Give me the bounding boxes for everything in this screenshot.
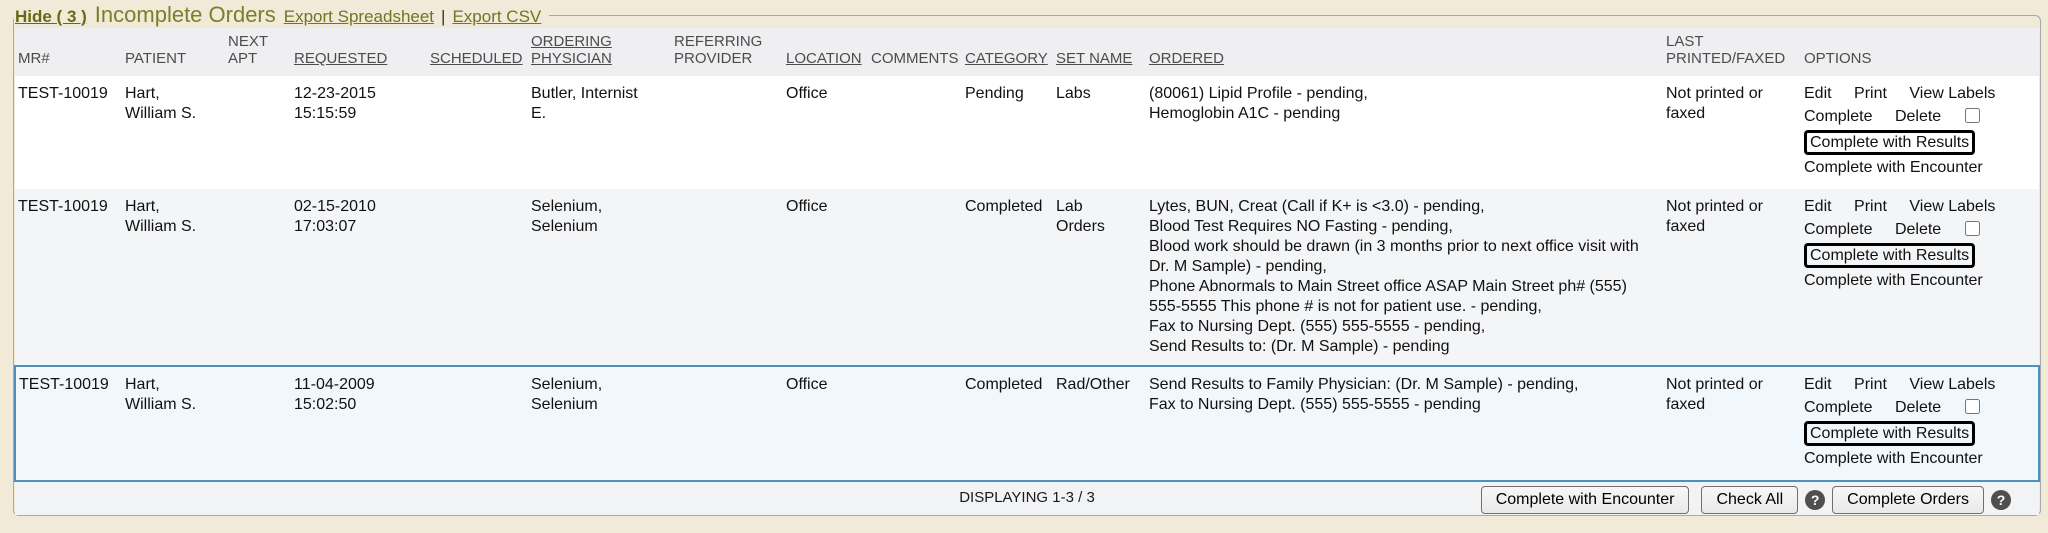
cell-mr: TEST-10019 — [15, 76, 122, 189]
cell-last-printed-faxed: Not printed or faxed — [1663, 366, 1801, 481]
complete-with-encounter-link[interactable]: Complete with Encounter — [1804, 271, 1983, 291]
column-header-options: OPTIONS — [1801, 28, 2039, 76]
column-header-referring-provider: REFERRING PROVIDER — [671, 28, 783, 76]
cell-comments — [868, 76, 962, 189]
help-icon[interactable]: ? — [1991, 490, 2011, 510]
cell-next-apt — [225, 76, 291, 189]
panel-legend: Hide ( 3 ) Incomplete Orders Export Spre… — [14, 2, 549, 28]
table-row[interactable]: TEST-10019 Hart, William S. 02-15-2010 1… — [15, 189, 2039, 366]
view-labels-link[interactable]: View Labels — [1909, 375, 1995, 395]
complete-with-results-link[interactable]: Complete with Results — [1804, 421, 1975, 446]
table-row[interactable]: TEST-10019 Hart, William S. 12-23-2015 1… — [15, 76, 2039, 189]
cell-requested: 02-15-2010 17:03:07 — [291, 189, 427, 366]
column-header-mr: MR# — [15, 28, 122, 76]
legend-separator: | — [441, 7, 445, 27]
bottom-action-bar: Complete with Encounter Check All ? Comp… — [1481, 486, 2018, 514]
incomplete-orders-table: MR# PATIENT NEXT APT REQUESTED SCHEDULED… — [14, 28, 2040, 515]
cell-referring-provider — [671, 76, 783, 189]
cell-set-name: Rad/Other — [1053, 366, 1146, 481]
complete-link[interactable]: Complete — [1804, 220, 1872, 240]
cell-options: Edit Print View Labels Complete Delete C… — [1801, 366, 2039, 481]
cell-set-name: Labs — [1053, 76, 1146, 189]
complete-with-results-link[interactable]: Complete with Results — [1804, 243, 1975, 268]
cell-mr: TEST-10019 — [15, 189, 122, 366]
table-header-row: MR# PATIENT NEXT APT REQUESTED SCHEDULED… — [15, 28, 2039, 76]
cell-comments — [868, 366, 962, 481]
hide-toggle-link[interactable]: Hide ( 3 ) — [15, 7, 87, 27]
column-header-patient: PATIENT — [122, 28, 225, 76]
column-header-last-printed-faxed: LAST PRINTED/FAXED — [1663, 28, 1801, 76]
cell-options: Edit Print View Labels Complete Delete C… — [1801, 76, 2039, 189]
column-header-comments: COMMENTS — [868, 28, 962, 76]
export-spreadsheet-link[interactable]: Export Spreadsheet — [284, 7, 434, 27]
cell-ordered: Send Results to Family Physician: (Dr. M… — [1146, 366, 1663, 481]
page-title: Incomplete Orders — [95, 2, 276, 28]
cell-referring-provider — [671, 366, 783, 481]
cell-options: Edit Print View Labels Complete Delete C… — [1801, 189, 2039, 366]
view-labels-link[interactable]: View Labels — [1909, 84, 1995, 104]
row-select-checkbox[interactable] — [1965, 221, 1980, 236]
complete-orders-button[interactable]: Complete Orders — [1832, 486, 1984, 514]
cell-scheduled — [427, 189, 528, 366]
cell-ordering-physician: Selenium, Selenium — [528, 189, 671, 366]
cell-location: Office — [783, 76, 868, 189]
cell-ordering-physician: Selenium, Selenium — [528, 366, 671, 481]
cell-next-apt — [225, 189, 291, 366]
column-header-ordered[interactable]: ORDERED — [1146, 28, 1663, 76]
complete-with-encounter-link[interactable]: Complete with Encounter — [1804, 158, 1983, 178]
view-labels-link[interactable]: View Labels — [1909, 197, 1995, 217]
cell-last-printed-faxed: Not printed or faxed — [1663, 189, 1801, 366]
print-link[interactable]: Print — [1854, 197, 1887, 217]
print-link[interactable]: Print — [1854, 84, 1887, 104]
cell-requested: 12-23-2015 15:15:59 — [291, 76, 427, 189]
cell-comments — [868, 189, 962, 366]
column-header-set-name[interactable]: SET NAME — [1053, 28, 1146, 76]
cell-scheduled — [427, 76, 528, 189]
cell-location: Office — [783, 189, 868, 366]
table-row[interactable]: TEST-10019 Hart, William S. 11-04-2009 1… — [15, 366, 2039, 481]
cell-ordering-physician: Butler, Internist E. — [528, 76, 671, 189]
complete-link[interactable]: Complete — [1804, 398, 1872, 418]
cell-mr: TEST-10019 — [15, 366, 122, 481]
help-icon[interactable]: ? — [1805, 490, 1825, 510]
column-header-requested[interactable]: REQUESTED — [291, 28, 427, 76]
row-select-checkbox[interactable] — [1965, 108, 1980, 123]
delete-link[interactable]: Delete — [1895, 107, 1941, 127]
complete-with-encounter-button[interactable]: Complete with Encounter — [1481, 486, 1690, 514]
cell-location: Office — [783, 366, 868, 481]
cell-ordered: (80061) Lipid Profile - pending, Hemoglo… — [1146, 76, 1663, 189]
column-header-category[interactable]: CATEGORY — [962, 28, 1053, 76]
cell-last-printed-faxed: Not printed or faxed — [1663, 76, 1801, 189]
complete-link[interactable]: Complete — [1804, 107, 1872, 127]
column-header-ordering-physician[interactable]: ORDERING PHYSICIAN — [528, 28, 671, 76]
cell-category: Pending — [962, 76, 1053, 189]
cell-scheduled — [427, 366, 528, 481]
complete-with-results-link[interactable]: Complete with Results — [1804, 130, 1975, 155]
cell-patient: Hart, William S. — [122, 366, 225, 481]
column-header-scheduled[interactable]: SCHEDULED — [427, 28, 528, 76]
delete-link[interactable]: Delete — [1895, 220, 1941, 240]
edit-link[interactable]: Edit — [1804, 197, 1832, 217]
cell-patient: Hart, William S. — [122, 189, 225, 366]
cell-requested: 11-04-2009 15:02:50 — [291, 366, 427, 481]
row-select-checkbox[interactable] — [1965, 399, 1980, 414]
export-csv-link[interactable]: Export CSV — [452, 7, 541, 27]
cell-ordered: Lytes, BUN, Creat (Call if K+ is <3.0) -… — [1146, 189, 1663, 366]
cell-referring-provider — [671, 189, 783, 366]
delete-link[interactable]: Delete — [1895, 398, 1941, 418]
edit-link[interactable]: Edit — [1804, 375, 1832, 395]
cell-next-apt — [225, 366, 291, 481]
cell-patient: Hart, William S. — [122, 76, 225, 189]
cell-category: Completed — [962, 189, 1053, 366]
column-header-location[interactable]: LOCATION — [783, 28, 868, 76]
cell-category: Completed — [962, 366, 1053, 481]
complete-with-encounter-link[interactable]: Complete with Encounter — [1804, 449, 1983, 469]
cell-set-name: Lab Orders — [1053, 189, 1146, 366]
column-header-next-apt: NEXT APT — [225, 28, 291, 76]
incomplete-orders-panel: Hide ( 3 ) Incomplete Orders Export Spre… — [13, 2, 2041, 516]
edit-link[interactable]: Edit — [1804, 84, 1832, 104]
check-all-button[interactable]: Check All — [1701, 486, 1798, 514]
print-link[interactable]: Print — [1854, 375, 1887, 395]
